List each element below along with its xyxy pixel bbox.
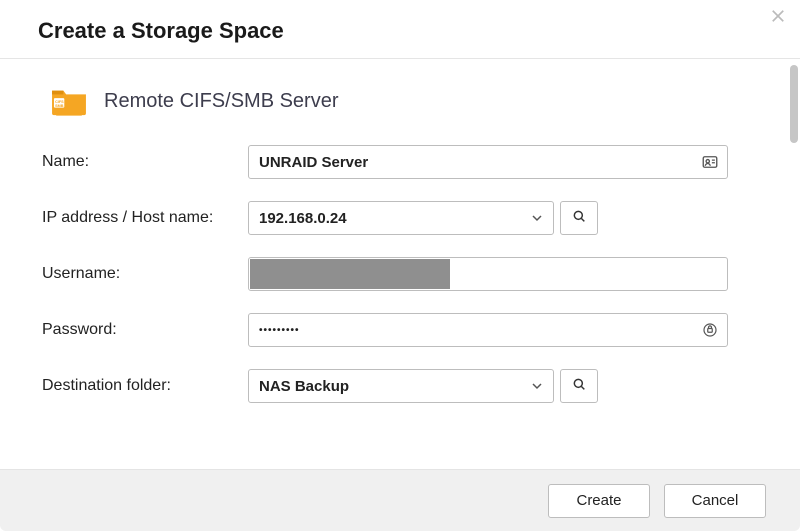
label-name: Name: bbox=[42, 153, 248, 171]
destination-search-button[interactable] bbox=[560, 369, 598, 403]
label-username: Username: bbox=[42, 265, 248, 283]
search-icon bbox=[571, 208, 587, 229]
destination-value: NAS Backup bbox=[259, 378, 349, 395]
create-button-label: Create bbox=[576, 492, 621, 509]
password-input[interactable]: ••••••••• bbox=[248, 313, 728, 347]
name-value: UNRAID Server bbox=[259, 154, 368, 171]
label-host: IP address / Host name: bbox=[42, 209, 248, 227]
section-header: CIFS SMB Remote CIFS/SMB Server bbox=[50, 85, 764, 117]
label-password: Password: bbox=[42, 321, 248, 339]
destination-combobox[interactable]: NAS Backup bbox=[248, 369, 554, 403]
show-password-icon[interactable] bbox=[701, 321, 719, 339]
host-search-button[interactable] bbox=[560, 201, 598, 235]
username-input[interactable] bbox=[248, 257, 728, 291]
row-name: Name: UNRAID Server bbox=[42, 145, 764, 179]
svg-text:SMB: SMB bbox=[55, 104, 64, 108]
create-storage-space-dialog: Create a Storage Space CIFS SMB bbox=[0, 0, 800, 531]
name-input[interactable]: UNRAID Server bbox=[248, 145, 728, 179]
host-combobox[interactable]: 192.168.0.24 bbox=[248, 201, 554, 235]
create-button[interactable]: Create bbox=[548, 484, 650, 518]
search-icon bbox=[571, 376, 587, 397]
chevron-down-icon[interactable] bbox=[529, 210, 545, 226]
label-destination: Destination folder: bbox=[42, 377, 248, 395]
dialog-title: Create a Storage Space bbox=[0, 0, 800, 59]
chevron-down-icon[interactable] bbox=[529, 378, 545, 394]
cifs-smb-folder-icon: CIFS SMB bbox=[50, 85, 88, 117]
dialog-footer: Create Cancel bbox=[0, 469, 800, 531]
section-title: Remote CIFS/SMB Server bbox=[104, 90, 339, 113]
username-redaction bbox=[250, 259, 450, 289]
row-username: Username: bbox=[42, 257, 764, 291]
dialog-body: CIFS SMB Remote CIFS/SMB Server Name: U bbox=[0, 59, 800, 468]
row-password: Password: ••••••••• bbox=[42, 313, 764, 347]
cancel-button-label: Cancel bbox=[692, 492, 739, 509]
scrollbar-thumb[interactable] bbox=[790, 65, 798, 143]
row-host: IP address / Host name: 192.168.0.24 bbox=[42, 201, 764, 235]
row-destination: Destination folder: NAS Backup bbox=[42, 369, 764, 403]
host-value: 192.168.0.24 bbox=[259, 210, 347, 227]
cancel-button[interactable]: Cancel bbox=[664, 484, 766, 518]
close-icon[interactable] bbox=[766, 4, 790, 28]
password-mask: ••••••••• bbox=[259, 325, 300, 336]
contact-card-icon[interactable] bbox=[701, 153, 719, 171]
